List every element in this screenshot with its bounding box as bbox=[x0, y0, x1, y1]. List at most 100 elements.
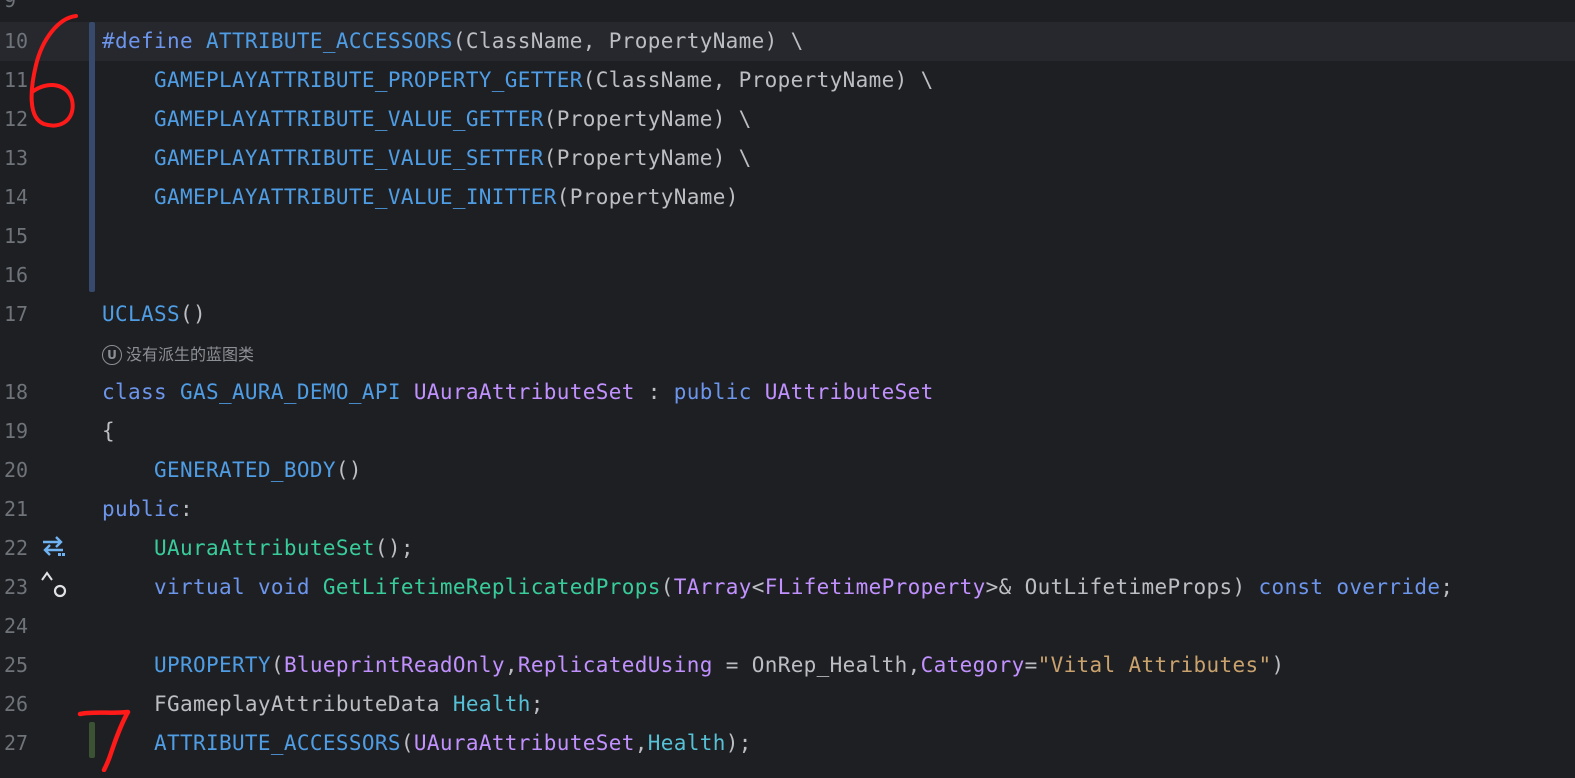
code-token: () bbox=[335, 458, 362, 482]
code-text[interactable]: virtual void GetLifetimeReplicatedProps(… bbox=[102, 568, 1453, 607]
blueprint-hint[interactable]: U 没有派生的蓝图类 bbox=[102, 340, 254, 370]
code-line[interactable]: 23 virtual void GetLifetimeReplicatedPro… bbox=[0, 568, 1575, 607]
line-number: 15 bbox=[4, 224, 29, 248]
code-token: GAMEPLAYATTRIBUTE_VALUE_INITTER bbox=[153, 185, 557, 209]
overrides-method-icon[interactable] bbox=[38, 570, 68, 598]
code-token: >& OutLifetimeProps) bbox=[985, 575, 1259, 599]
code-token: UAuraAttributeSet bbox=[413, 731, 635, 755]
code-line[interactable]: 13 GAMEPLAYATTRIBUTE_VALUE_SETTER(Proper… bbox=[0, 139, 1575, 178]
code-token: GAMEPLAYATTRIBUTE_VALUE_GETTER bbox=[153, 107, 544, 131]
code-token: Health bbox=[647, 731, 726, 755]
code-text[interactable]: GAMEPLAYATTRIBUTE_VALUE_INITTER(Property… bbox=[102, 178, 739, 217]
code-token: = bbox=[1024, 653, 1038, 677]
code-token: (ClassName, PropertyName) \ bbox=[582, 68, 934, 92]
code-token: #define bbox=[102, 29, 206, 53]
code-token: , bbox=[634, 731, 648, 755]
line-number: 22 bbox=[4, 536, 29, 560]
code-text[interactable]: UCLASS() bbox=[102, 295, 206, 334]
code-token: ; bbox=[530, 692, 544, 716]
code-token: { bbox=[102, 419, 115, 443]
code-line[interactable]: 19 { bbox=[0, 412, 1575, 451]
code-line[interactable]: 15 bbox=[0, 217, 1575, 256]
code-token: Category bbox=[920, 653, 1025, 677]
code-text[interactable]: #define ATTRIBUTE_ACCESSORS(ClassName, P… bbox=[102, 22, 804, 61]
code-line[interactable]: 10 #define ATTRIBUTE_ACCESSORS(ClassName,… bbox=[0, 22, 1575, 61]
code-text[interactable]: FGameplayAttributeData Health; bbox=[102, 685, 544, 724]
line-number bbox=[4, 334, 44, 373]
code-token: GAS_AURA_DEMO_API bbox=[179, 380, 414, 404]
code-text[interactable]: public: bbox=[102, 490, 193, 529]
code-token: class bbox=[102, 380, 180, 404]
code-line[interactable]: 17 UCLASS() bbox=[0, 295, 1575, 334]
code-line[interactable]: 14 GAMEPLAYATTRIBUTE_VALUE_INITTER(Prope… bbox=[0, 178, 1575, 217]
code-line[interactable]: 22 UAuraAttributeSet(); bbox=[0, 529, 1575, 568]
code-token: "Vital Attributes" bbox=[1037, 653, 1272, 677]
code-token: public bbox=[673, 380, 765, 404]
code-token: const bbox=[1258, 575, 1337, 599]
code-token: ); bbox=[725, 731, 752, 755]
code-token: Health bbox=[452, 692, 531, 716]
code-text[interactable]: GAMEPLAYATTRIBUTE_VALUE_SETTER(PropertyN… bbox=[102, 139, 752, 178]
inlay-hint-line[interactable]: U 没有派生的蓝图类 bbox=[0, 334, 1575, 373]
line-number: 24 bbox=[4, 614, 29, 638]
implementation-toggle-icon[interactable] bbox=[40, 535, 66, 557]
code-text[interactable]: UPROPERTY(BlueprintReadOnly,ReplicatedUs… bbox=[102, 646, 1284, 685]
code-editor[interactable]: 9 10 #define ATTRIBUTE_ACCESSORS(ClassNam… bbox=[0, 0, 1575, 778]
line-number: 26 bbox=[4, 692, 29, 716]
code-token: public bbox=[102, 497, 180, 521]
code-token: : bbox=[634, 380, 674, 404]
code-token: UPROPERTY bbox=[153, 653, 271, 677]
code-token: UAuraAttributeSet bbox=[153, 536, 375, 560]
hint-text: 没有派生的蓝图类 bbox=[126, 345, 255, 364]
line-number: 13 bbox=[4, 146, 29, 170]
line-number: 19 bbox=[4, 419, 29, 443]
code-line[interactable]: 16 bbox=[0, 256, 1575, 295]
line-number: 20 bbox=[4, 458, 29, 482]
code-line[interactable]: 24 bbox=[0, 607, 1575, 646]
code-text[interactable]: ATTRIBUTE_ACCESSORS(UAuraAttributeSet,He… bbox=[102, 724, 752, 763]
line-number: 17 bbox=[4, 302, 29, 326]
code-line[interactable]: 20 GENERATED_BODY() bbox=[0, 451, 1575, 490]
code-text[interactable]: class GAS_AURA_DEMO_API UAuraAttributeSe… bbox=[102, 373, 934, 412]
code-token: BlueprintReadOnly bbox=[283, 653, 505, 677]
code-line[interactable]: 27 ATTRIBUTE_ACCESSORS(UAuraAttributeSet… bbox=[0, 724, 1575, 763]
code-token: ) bbox=[1271, 653, 1285, 677]
line-number: 27 bbox=[4, 731, 29, 755]
code-line[interactable]: 18 class GAS_AURA_DEMO_API UAuraAttribute… bbox=[0, 373, 1575, 412]
code-token: UAttributeSet bbox=[764, 380, 934, 404]
code-token: GENERATED_BODY bbox=[153, 458, 336, 482]
code-token: ; bbox=[1440, 575, 1454, 599]
code-token: FLifetimeProperty bbox=[764, 575, 986, 599]
code-token: UAuraAttributeSet bbox=[413, 380, 635, 404]
code-line[interactable]: 11 GAMEPLAYATTRIBUTE_PROPERTY_GETTER(Cla… bbox=[0, 61, 1575, 100]
code-token: ReplicatedUsing bbox=[517, 653, 713, 677]
code-text[interactable]: UAuraAttributeSet(); bbox=[102, 529, 414, 568]
code-token: (); bbox=[374, 536, 414, 560]
handwritten-6-annotation bbox=[29, 14, 78, 128]
code-line[interactable]: 26 FGameplayAttributeData Health; bbox=[0, 685, 1575, 724]
modified-lines-marker[interactable] bbox=[89, 22, 95, 292]
code-token: (PropertyName) \ bbox=[543, 107, 752, 131]
code-line[interactable]: 12 GAMEPLAYATTRIBUTE_VALUE_GETTER(Proper… bbox=[0, 100, 1575, 139]
code-text[interactable]: GAMEPLAYATTRIBUTE_PROPERTY_GETTER(ClassN… bbox=[102, 61, 934, 100]
code-token: (ClassName, PropertyName) \ bbox=[452, 29, 804, 53]
line-number: 18 bbox=[4, 380, 29, 404]
code-token: ATTRIBUTE_ACCESSORS bbox=[153, 731, 401, 755]
code-token: virtual bbox=[153, 575, 258, 599]
code-token: = OnRep_Health, bbox=[712, 653, 921, 677]
code-token: ( bbox=[400, 731, 414, 755]
code-text[interactable]: { bbox=[102, 412, 115, 451]
code-line[interactable]: 21 public: bbox=[0, 490, 1575, 529]
code-text[interactable]: GAMEPLAYATTRIBUTE_VALUE_GETTER(PropertyN… bbox=[102, 100, 752, 139]
line-number: 14 bbox=[4, 185, 29, 209]
code-line[interactable]: 9 bbox=[0, 0, 1575, 20]
code-line[interactable]: 25 UPROPERTY(BlueprintReadOnly,Replicate… bbox=[0, 646, 1575, 685]
handwritten-7-annotation bbox=[77, 709, 131, 772]
code-text[interactable]: GENERATED_BODY() bbox=[102, 451, 362, 490]
